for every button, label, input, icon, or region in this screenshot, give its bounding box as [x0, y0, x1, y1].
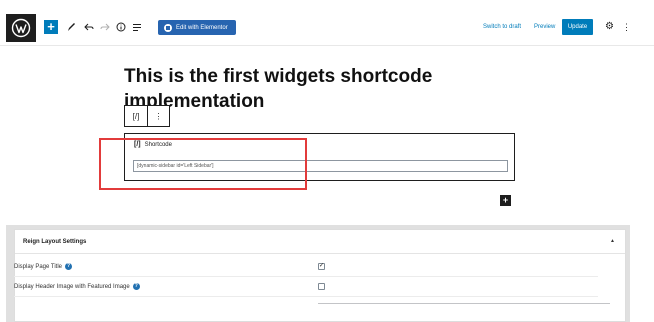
post-title[interactable]: This is the first widgets shortcode impl…: [124, 64, 464, 114]
display-page-title-checkbox[interactable]: ✓: [318, 263, 325, 270]
shortcode-block-header: [/] Shortcode: [134, 141, 172, 148]
edit-with-elementor-label: Edit with Elementor: [176, 24, 228, 31]
collapse-arrow-icon[interactable]: ▲: [610, 238, 615, 244]
list-view-icon[interactable]: [132, 20, 142, 34]
shortcode-block[interactable]: [/] Shortcode [dynamic-sidebar id='Left …: [124, 133, 515, 181]
more-options-icon[interactable]: ⋮: [622, 21, 631, 33]
wordpress-logo-icon[interactable]: [6, 14, 36, 42]
display-header-image-row: Display Header Image with Featured Image…: [14, 277, 598, 297]
add-block-button[interactable]: +: [44, 20, 58, 34]
elementor-logo-icon: [164, 23, 172, 32]
display-header-image-label: Display Header Image with Featured Image: [14, 283, 130, 290]
info-icon[interactable]: [116, 20, 126, 34]
settings-gear-icon[interactable]: ⚙: [605, 21, 614, 33]
help-icon[interactable]: ?: [132, 283, 140, 290]
display-page-title-label: Display Page Title: [14, 263, 63, 270]
edit-with-elementor-button[interactable]: Edit with Elementor: [158, 20, 236, 35]
block-inserter-button[interactable]: +: [500, 195, 511, 206]
display-page-title-row: Display Page Title ? ✓: [14, 257, 598, 277]
update-button[interactable]: Update: [562, 19, 593, 35]
redo-icon[interactable]: [100, 20, 110, 34]
shortcode-icon: [/]: [134, 141, 141, 148]
editor-toolbar: + Edit with Elementor Switch to draft Pr…: [0, 0, 654, 46]
metabox-next-field-edge: [318, 303, 610, 304]
metabox-title: Reign Layout Settings: [23, 238, 87, 245]
shortcode-label: Shortcode: [144, 141, 172, 148]
preview-button[interactable]: Preview: [534, 24, 555, 30]
help-icon[interactable]: ?: [65, 263, 73, 270]
switch-to-draft-button[interactable]: Switch to draft: [483, 24, 521, 30]
wordpress-logo-glyph: [11, 18, 31, 38]
shortcode-input[interactable]: [dynamic-sidebar id='Left Sidebar']: [133, 160, 508, 172]
block-toolbar: [/] ⋮: [124, 105, 170, 127]
pencil-tools-icon[interactable]: [66, 20, 76, 34]
block-more-options-icon[interactable]: ⋮: [146, 106, 169, 126]
undo-icon[interactable]: [84, 20, 94, 34]
display-header-image-checkbox[interactable]: [318, 283, 325, 290]
shortcode-block-type-icon[interactable]: [/]: [125, 106, 147, 126]
metabox-header[interactable]: Reign Layout Settings ▲: [15, 230, 625, 254]
